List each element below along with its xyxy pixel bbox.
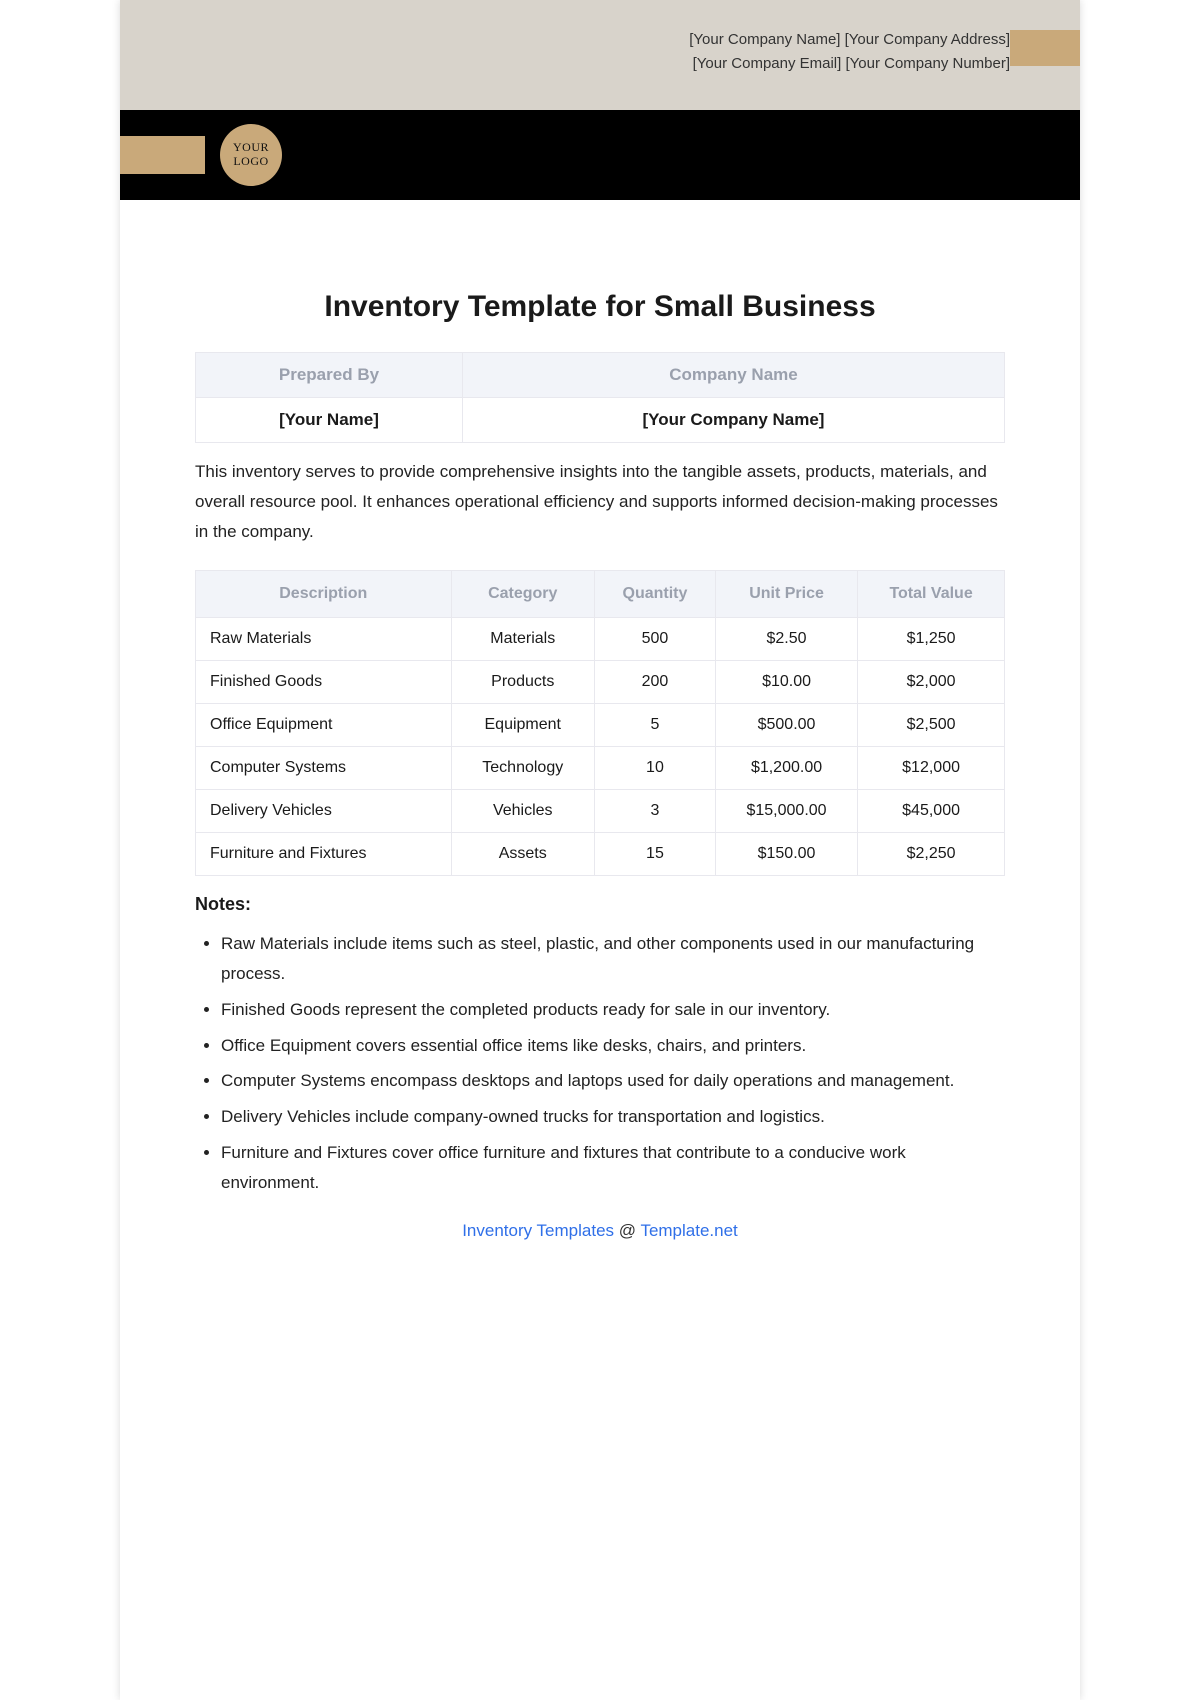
table-cell: $2.50 [715, 618, 857, 661]
table-cell: Equipment [451, 704, 595, 747]
table-cell: Assets [451, 833, 595, 876]
table-row: Finished GoodsProducts200$10.00$2,000 [196, 661, 1005, 704]
table-cell: Vehicles [451, 790, 595, 833]
table-cell: Materials [451, 618, 595, 661]
table-cell: 10 [595, 747, 716, 790]
table-cell: $2,000 [858, 661, 1005, 704]
table-row: Furniture and FixturesAssets15$150.00$2,… [196, 833, 1005, 876]
logo-text-2: LOGO [233, 155, 268, 169]
table-cell: Finished Goods [196, 661, 452, 704]
logo-text-1: YOUR [233, 141, 269, 155]
list-item: Office Equipment covers essential office… [221, 1031, 1005, 1061]
meta-header-prepared-by: Prepared By [196, 353, 463, 398]
table-cell: $2,250 [858, 833, 1005, 876]
table-cell: Office Equipment [196, 704, 452, 747]
table-cell: $45,000 [858, 790, 1005, 833]
table-cell: $10.00 [715, 661, 857, 704]
footer-at: @ [614, 1221, 640, 1240]
decor-tab-left [120, 136, 205, 174]
table-cell: $2,500 [858, 704, 1005, 747]
table-cell: $12,000 [858, 747, 1005, 790]
table-cell: Raw Materials [196, 618, 452, 661]
content-area: Inventory Template for Small Business Pr… [120, 200, 1080, 1281]
table-cell: $500.00 [715, 704, 857, 747]
table-cell: Computer Systems [196, 747, 452, 790]
list-item: Raw Materials include items such as stee… [221, 929, 1005, 989]
company-meta-line-2: [Your Company Email] [Your Company Numbe… [120, 52, 1010, 76]
inventory-table: Description Category Quantity Unit Price… [195, 570, 1005, 876]
table-cell: 15 [595, 833, 716, 876]
table-cell: 5 [595, 704, 716, 747]
intro-paragraph: This inventory serves to provide compreh… [195, 457, 1005, 546]
list-item: Computer Systems encompass desktops and … [221, 1066, 1005, 1096]
table-cell: $1,200.00 [715, 747, 857, 790]
meta-value-prepared-by: [Your Name] [196, 398, 463, 443]
table-row: Raw MaterialsMaterials500$2.50$1,250 [196, 618, 1005, 661]
table-cell: 200 [595, 661, 716, 704]
col-unit-price: Unit Price [715, 571, 857, 618]
meta-header-company-name: Company Name [462, 353, 1004, 398]
header-strip: [Your Company Name] [Your Company Addres… [120, 0, 1080, 110]
meta-value-company-name: [Your Company Name] [462, 398, 1004, 443]
table-cell: Delivery Vehicles [196, 790, 452, 833]
notes-heading: Notes: [195, 894, 1005, 915]
decor-tab-right [1010, 30, 1080, 66]
black-banner: YOUR LOGO [120, 110, 1080, 200]
logo-placeholder: YOUR LOGO [220, 124, 282, 186]
col-description: Description [196, 571, 452, 618]
col-total-value: Total Value [858, 571, 1005, 618]
table-cell: $15,000.00 [715, 790, 857, 833]
list-item: Delivery Vehicles include company-owned … [221, 1102, 1005, 1132]
table-cell: $1,250 [858, 618, 1005, 661]
list-item: Furniture and Fixtures cover office furn… [221, 1138, 1005, 1198]
table-cell: 3 [595, 790, 716, 833]
footer-attribution: Inventory Templates @ Template.net [195, 1221, 1005, 1241]
page-title: Inventory Template for Small Business [195, 290, 1005, 324]
document-page: [Your Company Name] [Your Company Addres… [120, 0, 1080, 1700]
table-row: Office EquipmentEquipment5$500.00$2,500 [196, 704, 1005, 747]
company-meta-line-1: [Your Company Name] [Your Company Addres… [120, 28, 1010, 52]
table-cell: 500 [595, 618, 716, 661]
notes-list: Raw Materials include items such as stee… [195, 929, 1005, 1197]
col-category: Category [451, 571, 595, 618]
table-cell: Products [451, 661, 595, 704]
inventory-header-row: Description Category Quantity Unit Price… [196, 571, 1005, 618]
footer-link-site[interactable]: Template.net [640, 1221, 737, 1240]
col-quantity: Quantity [595, 571, 716, 618]
table-cell: Technology [451, 747, 595, 790]
meta-table: Prepared By Company Name [Your Name] [Yo… [195, 352, 1005, 443]
footer-link-templates[interactable]: Inventory Templates [462, 1221, 614, 1240]
table-cell: Furniture and Fixtures [196, 833, 452, 876]
table-row: Delivery VehiclesVehicles3$15,000.00$45,… [196, 790, 1005, 833]
table-row: Computer SystemsTechnology10$1,200.00$12… [196, 747, 1005, 790]
list-item: Finished Goods represent the completed p… [221, 995, 1005, 1025]
table-cell: $150.00 [715, 833, 857, 876]
